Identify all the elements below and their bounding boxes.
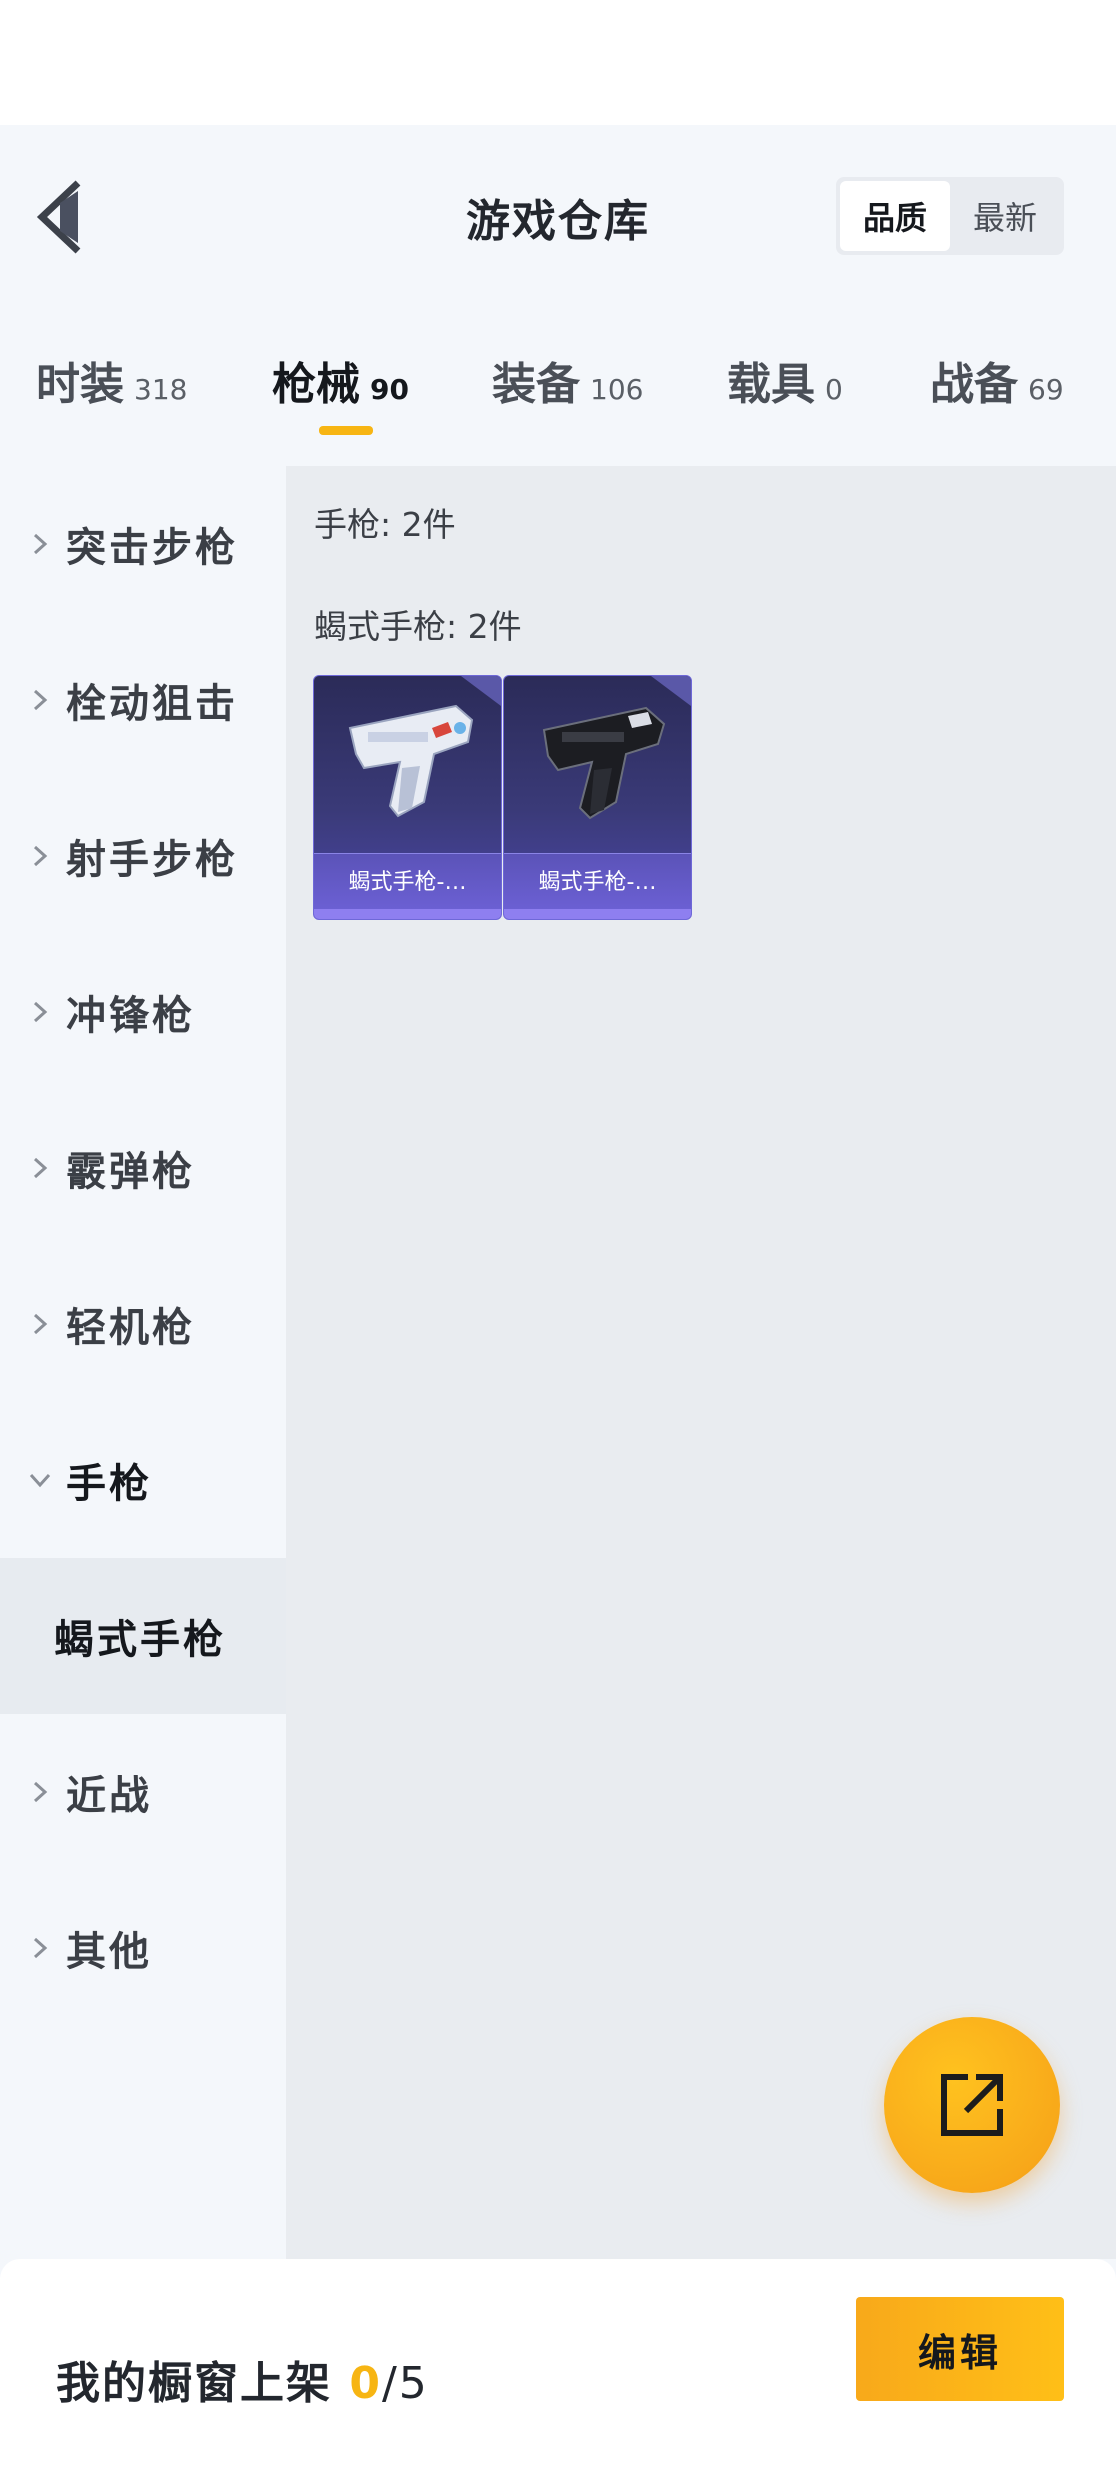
chevron-right-icon (33, 845, 48, 867)
sidebar-item-label: 栓动狙击 (66, 681, 238, 727)
tab-count: 90 (370, 373, 409, 406)
showcase-status: 我的橱窗上架 0/5 (56, 2347, 429, 2411)
header: 游戏仓库 品质 最新 (0, 125, 1116, 305)
rarity-stripe (504, 909, 691, 919)
sort-newest-option[interactable]: 最新 (950, 181, 1060, 251)
chevron-right-icon (33, 1937, 48, 1959)
sidebar-item-lmg[interactable]: 轻机枪 (0, 1246, 286, 1402)
status-bar (0, 0, 1116, 125)
tab-label: 战备 (930, 359, 1018, 410)
tab-label: 载具 (727, 359, 815, 410)
chevron-right-icon (33, 1157, 48, 1179)
edit-button[interactable]: 编辑 (856, 2297, 1064, 2401)
sidebar-item-label: 手枪 (66, 1461, 152, 1507)
rarity-stripe (314, 909, 501, 919)
active-tab-indicator (319, 426, 373, 435)
category-summary: 手枪: 2件 (314, 505, 456, 544)
sidebar-item-label: 突击步枪 (66, 525, 238, 571)
tab-count: 69 (1028, 373, 1064, 406)
sort-quality-option[interactable]: 品质 (840, 181, 950, 251)
tab-fashion[interactable]: 时装 318 (36, 348, 187, 412)
sidebar-item-bolt-sniper[interactable]: 栓动狙击 (0, 622, 286, 778)
tab-count: 318 (134, 373, 188, 406)
pistol-image (348, 704, 474, 818)
tab-count: 106 (590, 373, 644, 406)
sidebar-item-marksman-rifle[interactable]: 射手步枪 (0, 778, 286, 934)
sort-toggle: 品质 最新 (836, 177, 1064, 255)
sidebar-item-label: 射手步枪 (66, 837, 238, 883)
item-name: 蝎式手枪-… (538, 870, 657, 895)
chevron-right-icon (33, 1313, 48, 1335)
sidebar-item-other[interactable]: 其他 (0, 1870, 286, 2026)
tab-vehicles[interactable]: 载具 0 (727, 348, 843, 412)
item-content: 手枪: 2件 蝎式手枪: 2件 蝎式手枪-… 蝎式手枪-… (286, 466, 1116, 2259)
sidebar-item-shotgun[interactable]: 霰弹枪 (0, 1090, 286, 1246)
sidebar-item-label: 冲锋枪 (66, 993, 195, 1039)
sidebar-item-label: 轻机枪 (66, 1305, 195, 1351)
group-summary: 蝎式手枪: 2件 (314, 607, 522, 646)
tab-label: 装备 (492, 359, 580, 410)
tab-label: 时装 (36, 359, 124, 410)
showcase-total: /5 (381, 2358, 429, 2409)
showcase-count: 0 (349, 2358, 382, 2409)
sidebar-item-assault-rifle[interactable]: 突击步枪 (0, 466, 286, 622)
chevron-right-icon (33, 689, 48, 711)
tab-firearms[interactable]: 枪械 90 (272, 348, 409, 412)
sidebar-item-label: 其他 (66, 1929, 152, 1975)
sidebar-item-label: 霰弹枪 (66, 1149, 195, 1195)
sidebar: 突击步枪 栓动狙击 射手步枪 冲锋枪 霰弹枪 轻机枪 手枪 蝎式手枪 近战 其他 (0, 466, 286, 2259)
item-name: 蝎式手枪-… (348, 870, 467, 895)
sidebar-item-label: 近战 (66, 1773, 152, 1819)
tab-equipment[interactable]: 装备 106 (492, 348, 643, 412)
share-button[interactable] (884, 2017, 1060, 2193)
category-tabs: 时装 318 枪械 90 装备 106 载具 0 战备 69 (0, 330, 1116, 440)
sidebar-subitem-scorpion-pistol[interactable]: 蝎式手枪 (0, 1558, 286, 1714)
chevron-right-icon (33, 1001, 48, 1023)
item-card[interactable]: 蝎式手枪-… (503, 675, 692, 920)
tab-label: 枪械 (272, 359, 360, 410)
showcase-label: 我的橱窗上架 (56, 2358, 332, 2409)
chevron-down-icon (29, 1473, 51, 1488)
sidebar-subitem-label: 蝎式手枪 (54, 1617, 226, 1663)
tab-tactical[interactable]: 战备 69 (930, 348, 1064, 412)
sidebar-item-smg[interactable]: 冲锋枪 (0, 934, 286, 1090)
sidebar-item-pistol[interactable]: 手枪 (0, 1402, 286, 1558)
item-card[interactable]: 蝎式手枪-… (313, 675, 502, 920)
tab-count: 0 (825, 373, 843, 406)
share-external-icon (941, 2074, 1003, 2136)
chevron-right-icon (33, 533, 48, 555)
bottom-bar: 我的橱窗上架 0/5 编辑 (0, 2259, 1116, 2484)
pistol-image (542, 706, 666, 820)
sidebar-item-melee[interactable]: 近战 (0, 1714, 286, 1870)
chevron-right-icon (33, 1781, 48, 1803)
